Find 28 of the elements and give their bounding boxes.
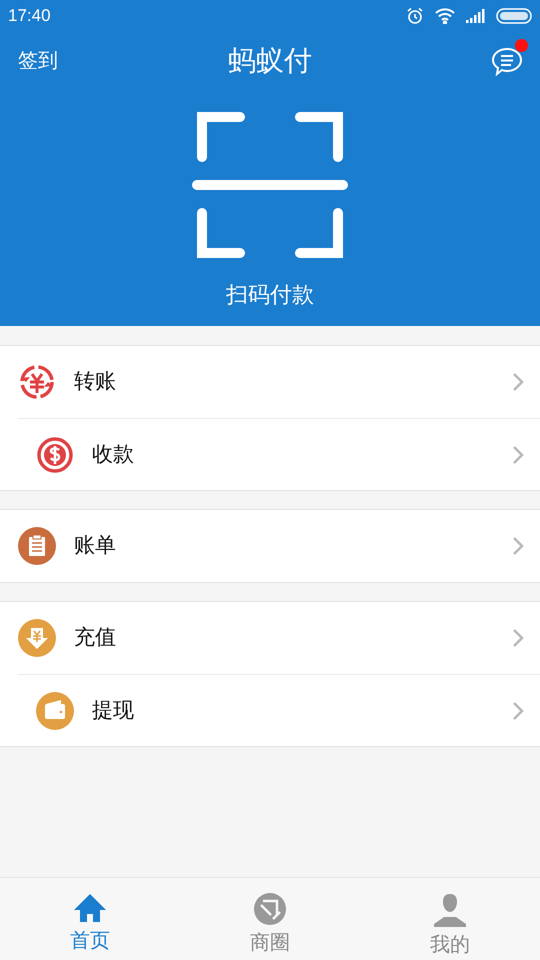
menu-label: 提现 — [92, 698, 134, 724]
receive-icon — [36, 436, 74, 474]
chevron-icon — [512, 700, 524, 720]
withdraw-icon — [36, 692, 74, 730]
tab[interactable]: 首页 — [0, 878, 180, 960]
chevron-icon — [512, 444, 524, 464]
scan-icon — [192, 112, 348, 258]
menu-label: 转账 — [74, 369, 116, 396]
app-title: 蚂蚁付 — [228, 44, 312, 78]
wifi-icon — [434, 8, 456, 24]
battery-icon — [496, 8, 532, 24]
chevron-icon — [512, 536, 524, 556]
topup-icon — [18, 619, 56, 657]
status-time: 17:40 — [8, 5, 51, 28]
menu-label: 收款 — [92, 442, 134, 468]
bill-icon — [18, 527, 56, 565]
signal-icon — [466, 9, 486, 23]
menu-label: 充值 — [74, 625, 116, 652]
person-icon — [432, 892, 468, 928]
aperture-icon — [253, 892, 287, 926]
alarm-icon — [406, 7, 424, 25]
home-icon — [72, 892, 108, 924]
check-in-button[interactable]: 签到 — [18, 46, 58, 76]
transfer-icon — [18, 363, 56, 401]
chevron-icon — [512, 372, 524, 392]
scan-button[interactable]: 扫码付款 — [192, 112, 348, 311]
chevron-icon — [512, 628, 524, 648]
menu-label: 账单 — [74, 533, 116, 560]
